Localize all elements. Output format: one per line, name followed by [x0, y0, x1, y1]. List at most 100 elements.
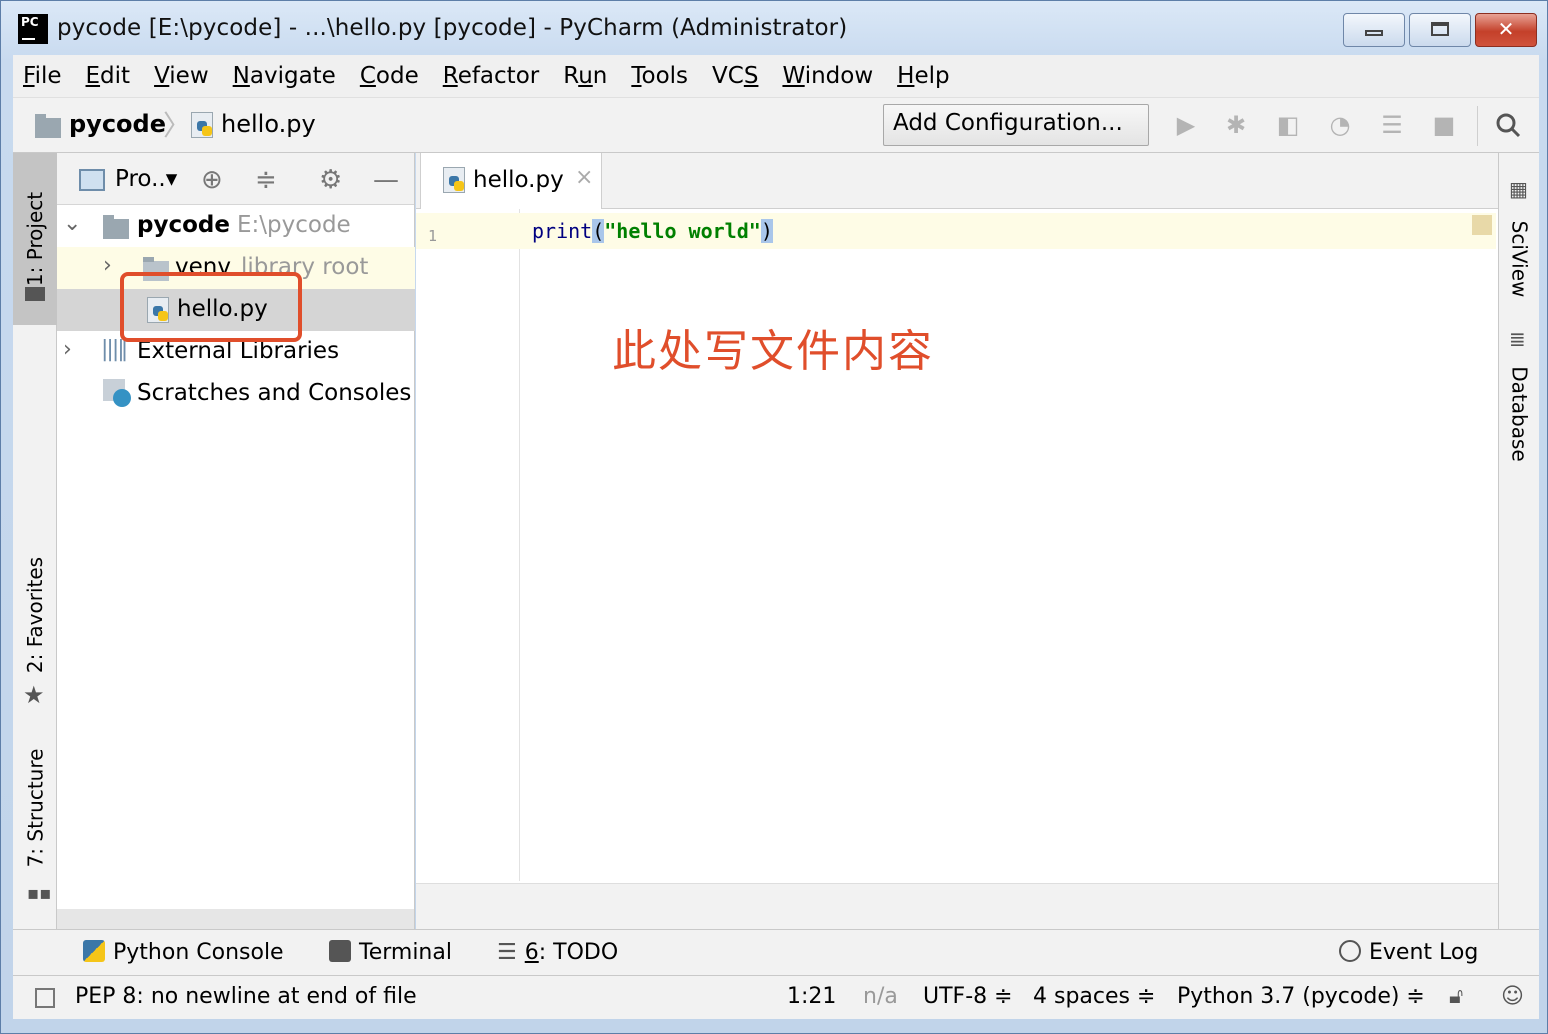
todo-number: 6	[524, 940, 539, 965]
menu-item-window[interactable]: Window	[782, 63, 873, 89]
tool-windows-bar: Python Console Terminal ☰ 6: TODO Event L…	[13, 929, 1539, 975]
project-view-icon	[79, 169, 105, 191]
tree-item-root[interactable]: ⌄ pycode E:\pycode	[57, 205, 415, 247]
tab-sciview[interactable]: SciView	[1499, 209, 1540, 309]
debug-icon[interactable]: ✱	[1223, 112, 1249, 138]
tab-hello-py[interactable]: hello.py ×	[420, 153, 602, 209]
database-icon: ≣	[1509, 327, 1526, 351]
gear-icon[interactable]: ⚙	[319, 165, 342, 195]
caret-position[interactable]: 1:21	[787, 984, 836, 1009]
pycharm-window: PC pycode [E:\pycode] - ...\hello.py [py…	[0, 0, 1548, 1034]
terminal-button[interactable]: Terminal	[329, 940, 452, 965]
sciview-icon: ▦	[1509, 177, 1528, 201]
stop-icon[interactable]: ■	[1431, 112, 1457, 138]
python-console-button[interactable]: Python Console	[83, 940, 284, 965]
left-tool-strip: 1: Project 2: Favorites ★ 7: Structure ▪…	[13, 153, 57, 929]
tab-favorites[interactable]: 2: Favorites	[13, 545, 57, 685]
list-icon: ☰	[497, 940, 517, 965]
code-string: "hello world"	[604, 219, 761, 243]
coverage-icon[interactable]: ◧	[1275, 112, 1301, 138]
tab-structure[interactable]: 7: Structure	[13, 743, 57, 873]
menu-item-vcs[interactable]: VCS	[712, 63, 758, 89]
toggle-tool-windows-icon[interactable]	[35, 988, 55, 1008]
lock-icon[interactable]: 🔓︎	[1449, 984, 1463, 1009]
project-panel: Pro..▾ ⊕ ≑ ⚙ — ⌄ pycode E:\pycode › venv…	[57, 153, 415, 929]
python-icon	[83, 940, 105, 962]
terminal-label: Terminal	[359, 940, 452, 965]
inspection-marker[interactable]	[1472, 215, 1492, 235]
close-tab-icon[interactable]: ×	[575, 165, 593, 190]
inspector-icon[interactable]: ☺	[1501, 984, 1524, 1009]
code-paren-close: )	[760, 219, 773, 243]
breadcrumb-file[interactable]: hello.py	[221, 110, 316, 138]
menu-item-edit[interactable]: Edit	[86, 63, 131, 89]
indent-selector[interactable]: 4 spaces ≑	[1033, 984, 1155, 1009]
menu-item-refactor[interactable]: Refactor	[443, 63, 540, 89]
annotation-text: 此处写文件内容	[612, 326, 934, 377]
menu-bar: File Edit View Navigate Code Refactor Run Tools…	[13, 55, 1539, 97]
maximize-icon	[1431, 22, 1449, 36]
highlight-box	[120, 272, 302, 342]
search-icon[interactable]	[1495, 112, 1521, 138]
locate-icon[interactable]: ⊕	[201, 165, 223, 195]
event-log-label: Event Log	[1369, 940, 1479, 965]
folder-icon	[103, 215, 129, 239]
code-line[interactable]: print("hello world")	[532, 219, 773, 243]
menu-item-help[interactable]: Help	[897, 63, 949, 89]
breadcrumb-project[interactable]: pycode	[69, 110, 166, 138]
event-log-icon	[1339, 940, 1361, 962]
close-button[interactable]: ✕	[1475, 13, 1537, 47]
window-title: pycode [E:\pycode] - ...\hello.py [pycod…	[57, 15, 848, 41]
todo-button[interactable]: ☰ 6: TODO	[497, 940, 618, 965]
profile-icon[interactable]: ◔	[1327, 112, 1353, 138]
todo-label: : TODO	[538, 940, 619, 965]
collapse-all-icon[interactable]: ≑	[255, 165, 277, 195]
menu-item-file[interactable]: File	[23, 63, 62, 89]
line-separator[interactable]: n/a	[863, 984, 898, 1009]
line-number: 1	[428, 227, 438, 245]
encoding-selector[interactable]: UTF-8 ≑	[923, 984, 1013, 1009]
project-panel-header: Pro..▾ ⊕ ≑ ⚙ —	[57, 153, 414, 205]
python-console-label: Python Console	[113, 940, 284, 965]
scratches-label: Scratches and Consoles	[137, 380, 412, 406]
project-view-selector[interactable]: Pro..▾	[115, 166, 177, 192]
hide-icon[interactable]: —	[373, 165, 399, 195]
expand-arrow-icon[interactable]: ›	[103, 253, 112, 278]
menu-item-view[interactable]: View	[154, 63, 209, 89]
python-file-icon	[191, 112, 213, 138]
status-bar: PEP 8: no newline at end of file 1:21 n/…	[13, 975, 1539, 1019]
star-icon: ★	[23, 681, 45, 709]
run-icon[interactable]: ▶	[1173, 112, 1199, 138]
navigation-bar: pycode 〉 hello.py Add Configuration... ▶…	[13, 97, 1539, 153]
folder-icon	[35, 114, 61, 138]
toolbar-separator	[1477, 106, 1478, 146]
menu-item-tools[interactable]: Tools	[631, 63, 688, 89]
tree-item-scratches[interactable]: Scratches and Consoles	[57, 373, 415, 415]
tab-favorites-label: 2: Favorites	[23, 556, 48, 674]
minimize-button[interactable]	[1343, 13, 1405, 47]
event-log-button[interactable]: Event Log	[1339, 940, 1478, 965]
tab-label: hello.py	[473, 167, 564, 193]
tab-project-label: 1: Project	[23, 191, 47, 287]
status-message: PEP 8: no newline at end of file	[75, 984, 417, 1009]
root-path: E:\pycode	[237, 212, 351, 238]
structure-icon: ▪▪	[27, 883, 52, 904]
expand-arrow-icon[interactable]: ›	[63, 337, 72, 362]
tab-database[interactable]: Database	[1499, 359, 1540, 469]
menu-item-code[interactable]: Code	[360, 63, 419, 89]
concurrency-icon[interactable]: ☰	[1379, 112, 1405, 138]
horizontal-scrollbar[interactable]	[57, 909, 414, 929]
maximize-button[interactable]	[1409, 13, 1471, 47]
expand-arrow-icon[interactable]: ⌄	[63, 211, 81, 236]
tab-database-label: Database	[1507, 366, 1532, 462]
menu-item-navigate[interactable]: Navigate	[233, 63, 336, 89]
folder-icon	[25, 287, 45, 301]
add-configuration-button[interactable]: Add Configuration...	[883, 104, 1149, 146]
menu-item-run[interactable]: Run	[563, 63, 607, 89]
libraries-icon: |||‖	[101, 337, 128, 362]
minimize-icon	[1365, 30, 1383, 36]
pycharm-logo-icon: PC	[18, 14, 48, 44]
editor-gutter	[416, 209, 520, 881]
editor-area: hello.py × 1 print("hello world") 此处写文件内…	[416, 153, 1498, 929]
interpreter-selector[interactable]: Python 3.7 (pycode) ≑	[1177, 984, 1425, 1009]
